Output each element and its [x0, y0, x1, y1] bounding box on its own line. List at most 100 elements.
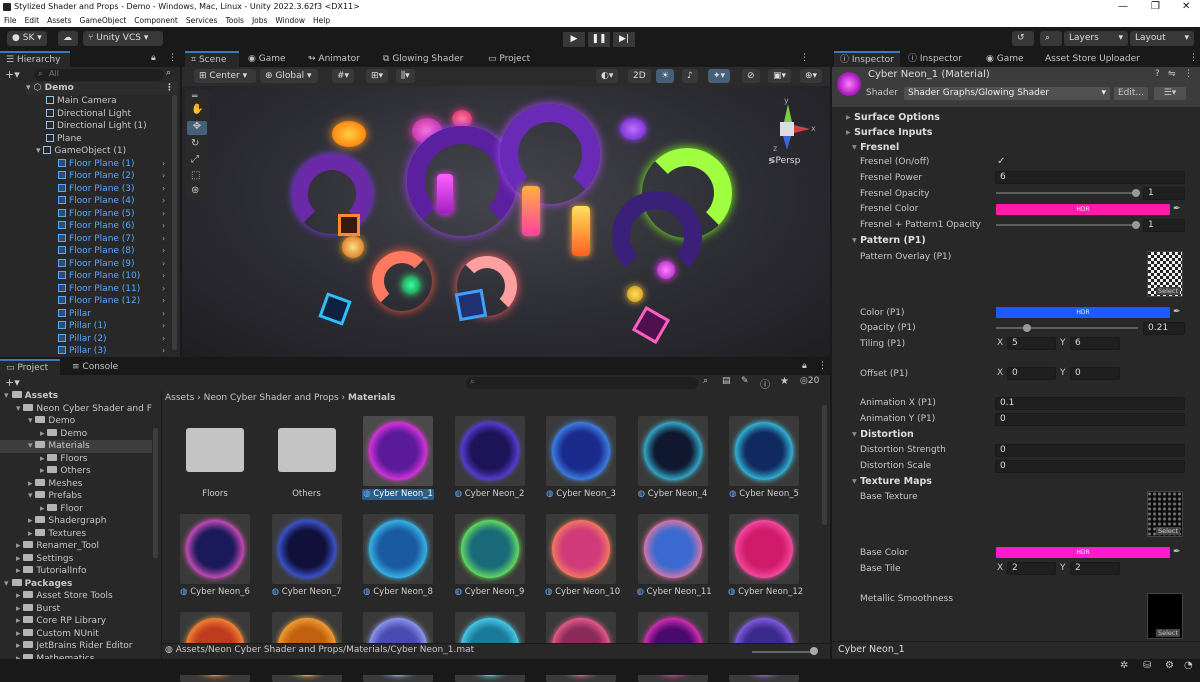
pause-button[interactable]: ❚❚ [588, 32, 610, 47]
eyedropper-icon[interactable]: ✒ [1173, 204, 1181, 214]
hierarchy-item[interactable]: Floor Plane (10) › [58, 270, 170, 283]
hierarchy-item[interactable]: Floor Plane (3) › [58, 183, 170, 196]
section-surface-options[interactable]: ▸ Surface Options [846, 111, 940, 125]
layout-dropdown[interactable]: Layout ▾ [1130, 31, 1194, 46]
pattern-overlay-texture[interactable]: Select [1147, 251, 1183, 297]
section-fresnel[interactable]: ▾ Fresnel [852, 141, 899, 155]
scene-root[interactable]: ▾ ⬡ Demo ⋮ [26, 82, 178, 95]
scene-more-icon[interactable]: ⋮ [165, 82, 174, 95]
tree-item[interactable]: ▸ Textures [0, 528, 152, 541]
tree-item[interactable]: ▸ Floors [0, 453, 152, 466]
chevron-right-icon[interactable]: › [162, 195, 165, 208]
grid-snap-button[interactable]: #▾ [332, 69, 355, 83]
chevron-right-icon[interactable]: › [162, 233, 165, 246]
collapse-arrow-icon[interactable]: ▸ [40, 466, 47, 476]
pattern-overlay-select[interactable]: Select [1155, 287, 1180, 295]
rotate-tool-icon[interactable]: ↻ [191, 138, 199, 149]
menu-tools[interactable]: Tools [225, 16, 243, 25]
project-search-input[interactable]: ⌕ [466, 377, 698, 389]
chevron-right-icon[interactable]: › [162, 208, 165, 221]
draw-mode-button[interactable]: ◐▾ [596, 69, 619, 83]
anim-x-field[interactable]: 0.1 [995, 397, 1185, 410]
menu-help[interactable]: Help [313, 16, 330, 25]
vcs-button[interactable]: ⑂ Unity VCS ▾ [83, 31, 163, 46]
menu-file[interactable]: File [4, 16, 17, 25]
collapse-arrow-icon[interactable]: ▸ [40, 454, 47, 464]
eyedropper-icon[interactable]: ✒ [1173, 547, 1181, 557]
expand-arrow-icon[interactable]: ▾ [4, 391, 12, 401]
tab-hierarchy[interactable]: ☰ Hierarchy [0, 51, 70, 67]
chevron-right-icon[interactable]: › [162, 183, 165, 196]
metallic-texture-slot[interactable]: Select [1147, 593, 1183, 639]
material-more-icon[interactable]: ⋮ [1184, 69, 1193, 79]
hierarchy-search-input[interactable]: ⌕ All [34, 69, 164, 81]
star-icon[interactable]: ★ [780, 376, 789, 387]
breadcrumb-assets[interactable]: Assets [165, 393, 194, 403]
hierarchy-item[interactable]: Main Camera [46, 95, 170, 108]
collapse-arrow-icon[interactable]: ▸ [40, 504, 47, 514]
camera-button[interactable]: ▣▾ [768, 69, 792, 83]
hierarchy-item[interactable]: Floor Plane (9) › [58, 258, 170, 271]
tab-console[interactable]: ≡ Console [66, 359, 124, 375]
material-item[interactable]: ◍ Cyber Neon_8 [362, 514, 434, 598]
chevron-right-icon[interactable]: › [162, 245, 165, 258]
collapse-arrow-icon[interactable]: ▸ [40, 429, 47, 439]
play-button[interactable]: ▶ [563, 32, 585, 47]
folder-item[interactable]: Others [271, 416, 343, 500]
material-item[interactable]: ◍ Cyber Neon_4 [637, 416, 709, 500]
menu-window[interactable]: Window [275, 16, 305, 25]
tree-item[interactable]: ▸ Shadergraph [0, 515, 152, 528]
project-more-icon[interactable]: ⋮ [818, 361, 827, 371]
add-icon[interactable]: +▾ [5, 68, 20, 81]
info-icon[interactable]: ⓘ [760, 376, 770, 391]
breadcrumb-pack[interactable]: Neon Cyber Shader and Props [204, 393, 339, 403]
fresnel-power-field[interactable]: 6 [995, 171, 1185, 184]
scene-viewport[interactable]: ═ ✋ ✥ ↻ ⤢ ⬚ ⊛ y x z ≶Persp [182, 86, 830, 357]
tab-asset-store-uploader[interactable]: Asset Store Uploader [1039, 51, 1146, 67]
preset-icon[interactable]: ⇋ [1168, 69, 1176, 79]
fresnel-opacity-knob[interactable] [1132, 189, 1140, 197]
2d-toggle[interactable]: 2D [628, 69, 651, 83]
tree-item[interactable]: ▸ TutorialInfo [0, 565, 152, 578]
opacity-p1-field[interactable]: 0.21 [1143, 322, 1185, 335]
collapse-arrow-icon[interactable]: ▸ [16, 554, 23, 564]
hierarchy-item[interactable]: Floor Plane (5) › [58, 208, 170, 221]
menu-edit[interactable]: Edit [25, 16, 40, 25]
search-by-type-icon[interactable]: ⌕ [703, 376, 708, 386]
tree-item[interactable]: ▸ Settings [0, 553, 152, 566]
pivot-dropdown[interactable]: ⊞ Center ▾ [194, 69, 256, 83]
collapse-arrow-icon[interactable]: ▸ [16, 616, 23, 626]
hierarchy-item[interactable]: Floor Plane (2) › [58, 170, 170, 183]
visibility-toggle[interactable]: ⊘ [742, 69, 760, 83]
step-button[interactable]: ▶| [613, 32, 635, 47]
chevron-right-icon[interactable]: › [162, 270, 165, 283]
hand-tool-icon[interactable]: ✋ [191, 104, 203, 115]
collapse-arrow-icon[interactable]: ▸ [16, 541, 23, 551]
search-button[interactable]: ⌕ [1040, 31, 1062, 46]
chevron-right-icon[interactable]: › [162, 295, 165, 308]
eyedropper-icon[interactable]: ✒ [1173, 307, 1181, 317]
lighting-toggle[interactable]: ☀ [656, 69, 675, 83]
zoom-slider-knob[interactable] [810, 647, 818, 655]
tab-inspector-2[interactable]: ⓘ Inspector [902, 51, 968, 67]
tab-inspector[interactable]: ⓘ Inspector [834, 51, 900, 67]
base-color-swatch[interactable]: HDR [996, 547, 1170, 558]
hierarchy-item[interactable]: Directional Light (1) [46, 120, 170, 133]
collapse-arrow-icon[interactable]: ▸ [16, 604, 23, 614]
shader-dropdown[interactable]: Shader Graphs/Glowing Shader ▾ [904, 87, 1110, 100]
tree-item[interactable]: ▸ Demo [0, 428, 152, 441]
color-p1-swatch[interactable]: HDR [996, 307, 1170, 318]
section-pattern[interactable]: ▾ Pattern (P1) [852, 234, 926, 248]
collapse-arrow-icon[interactable]: ▸ [28, 529, 35, 539]
tiling-y-field[interactable]: 6 [1070, 337, 1120, 350]
inspector-more-icon[interactable]: ⋮ [1189, 53, 1198, 63]
more-icon[interactable]: ⋮ [168, 53, 177, 63]
base-texture-select[interactable]: Select [1155, 527, 1180, 535]
hierarchy-item[interactable]: Floor Plane (7) › [58, 233, 170, 246]
notification-icon[interactable]: ◔ [1184, 660, 1193, 671]
material-item[interactable]: ◍ Cyber Neon_1 [362, 416, 434, 500]
expand-arrow-icon[interactable]: ▾ [28, 491, 35, 501]
project-add-icon[interactable]: +▾ [5, 376, 20, 389]
shader-options-button[interactable]: ☰▾ [1154, 87, 1186, 100]
project-lock-icon[interactable]: 🔒︎ [802, 361, 807, 371]
